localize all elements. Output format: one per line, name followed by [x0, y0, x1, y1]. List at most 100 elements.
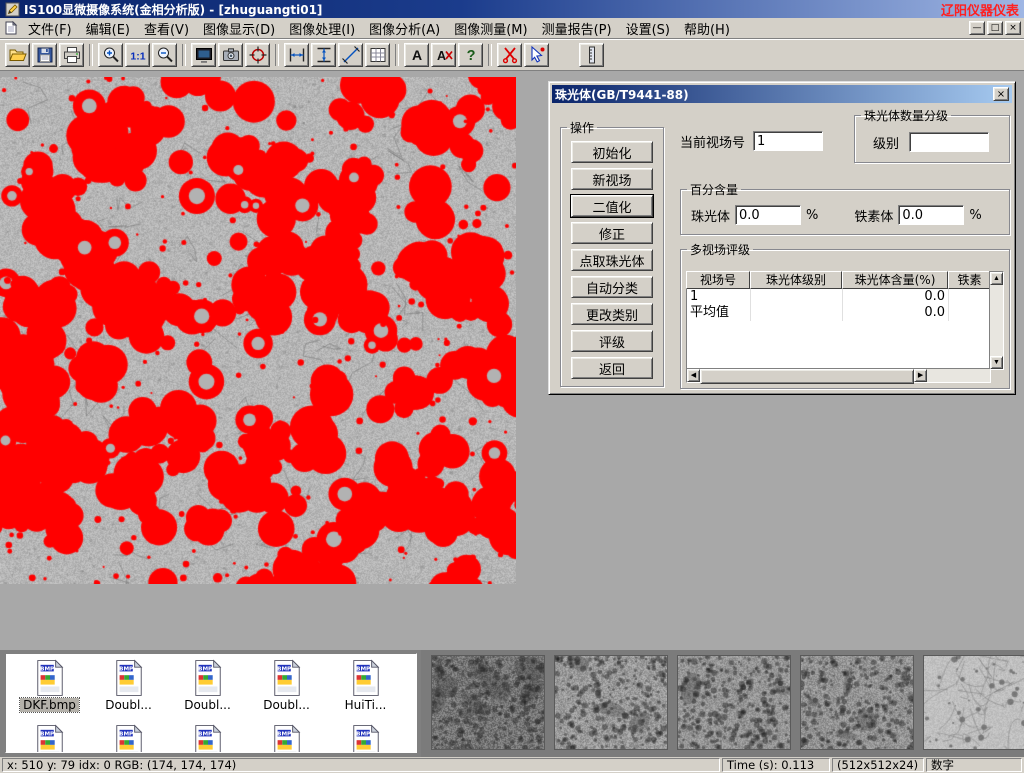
file-item-row2-1[interactable]: BMP [10, 724, 89, 753]
menu-item-1[interactable]: 文件(F) [21, 18, 79, 39]
grade-input[interactable] [909, 132, 989, 152]
menu-item-8[interactable]: 测量报告(P) [535, 18, 619, 39]
op-button-9[interactable]: 返回 [571, 357, 653, 379]
zoom-in-icon[interactable] [98, 43, 123, 67]
pearlite-unit: % [806, 208, 818, 223]
rating-table-label: 多视场评级 [687, 241, 753, 258]
toolbar: 1:1 AA? [0, 39, 1024, 71]
pointer-icon[interactable] [524, 43, 549, 67]
menu-item-2[interactable]: 编辑(E) [79, 18, 137, 39]
scroll-down-icon[interactable]: ▼ [990, 356, 1003, 369]
op-button-7[interactable]: 更改类别 [571, 303, 653, 325]
menu-item-6[interactable]: 图像分析(A) [362, 18, 447, 39]
pearlite-input[interactable] [735, 205, 801, 225]
op-button-4[interactable]: 修正 [571, 222, 653, 244]
thumbnail-1[interactable] [431, 655, 545, 750]
toolbar-separator [275, 44, 279, 66]
thumbnail-2[interactable] [554, 655, 668, 750]
grid-icon[interactable] [365, 43, 390, 67]
svg-text:BMP: BMP [277, 731, 291, 737]
table-row-2[interactable]: 平均值 0.0 [687, 305, 991, 321]
scroll-up-icon[interactable]: ▲ [990, 272, 1003, 285]
ferrite-input[interactable] [898, 205, 964, 225]
table-vertical-scrollbar[interactable]: ▲ ▼ [989, 271, 1004, 370]
file-item-2[interactable]: BMPDoubl... [89, 659, 168, 712]
menu-item-3[interactable]: 查看(V) [137, 18, 196, 39]
grade-group: 珠光体数量分级 级别 [854, 107, 1010, 163]
toolbar-gap [551, 55, 577, 56]
target-icon[interactable] [245, 43, 270, 67]
application-window: IS100显微摄像系统(金相分析版) - [zhuguangti01] 辽阳仪器… [0, 0, 1024, 768]
table-cell: 0.0 [843, 305, 949, 321]
bmp-file-icon: BMP [271, 724, 303, 753]
scroll-left-icon[interactable]: ◀ [687, 369, 700, 382]
svg-text:BMP: BMP [198, 666, 212, 672]
title-bar[interactable]: IS100显微摄像系统(金相分析版) - [zhuguangti01] 辽阳仪器… [0, 0, 1024, 18]
close-button[interactable]: × [1005, 21, 1021, 35]
zoom-out-icon[interactable] [152, 43, 177, 67]
restore-button[interactable]: □ [987, 21, 1003, 35]
table-header-4[interactable]: 铁素 [948, 271, 991, 289]
print-icon[interactable] [59, 43, 84, 67]
help-icon[interactable]: ? [458, 43, 483, 67]
measure-horizontal-icon[interactable] [284, 43, 309, 67]
file-item-3[interactable]: BMPDoubl... [168, 659, 247, 712]
current-field-input[interactable] [753, 131, 823, 151]
op-button-5[interactable]: 点取珠光体 [571, 249, 653, 271]
bottom-panel: BMPDKF.bmpBMPDoubl...BMPDoubl...BMPDoubl… [0, 650, 1024, 757]
menu-item-7[interactable]: 图像测量(M) [447, 18, 534, 39]
table-header-2[interactable]: 珠光体级别 [750, 271, 842, 289]
op-button-8[interactable]: 评级 [571, 330, 653, 352]
actual-size-icon[interactable]: 1:1 [125, 43, 150, 67]
op-button-6[interactable]: 自动分类 [571, 276, 653, 298]
text-delete-icon[interactable]: A [431, 43, 456, 67]
file-item-row2-4[interactable]: BMP [247, 724, 326, 753]
ferrite-unit: % [969, 208, 981, 223]
table-horizontal-scrollbar[interactable]: ◀ ▶ [686, 368, 991, 383]
table-cell [751, 289, 843, 305]
metallograph-image[interactable] [0, 77, 516, 584]
preview-icon[interactable] [191, 43, 216, 67]
menu-item-5[interactable]: 图像处理(I) [282, 18, 362, 39]
op-button-2[interactable]: 新视场 [571, 168, 653, 190]
file-item-row2-3[interactable]: BMP [168, 724, 247, 753]
table-cell [949, 289, 991, 305]
file-item-row2-5[interactable]: BMP [326, 724, 405, 753]
file-item-1[interactable]: BMPDKF.bmp [10, 659, 89, 712]
svg-text:BMP: BMP [198, 731, 212, 737]
measure-diagonal-icon[interactable] [338, 43, 363, 67]
file-item-4[interactable]: BMPDoubl... [247, 659, 326, 712]
file-item-5[interactable]: BMPHuiTi... [326, 659, 405, 712]
text-icon[interactable]: A [404, 43, 429, 67]
table-header: 视场号珠光体级别珠光体含量(%)铁素 [686, 271, 991, 289]
svg-text:BMP: BMP [277, 666, 291, 672]
table-row-1[interactable]: 10.0 [687, 289, 991, 305]
bmp-file-icon: BMP [350, 724, 382, 753]
op-button-3[interactable]: 二值化 [571, 195, 653, 217]
open-icon[interactable] [5, 43, 30, 67]
minimize-button[interactable]: — [969, 21, 985, 35]
menu-item-4[interactable]: 图像显示(D) [196, 18, 282, 39]
scroll-right-icon[interactable]: ▶ [914, 369, 927, 382]
table-header-1[interactable]: 视场号 [686, 271, 750, 289]
measure-vertical-icon[interactable] [311, 43, 336, 67]
capture-icon[interactable] [218, 43, 243, 67]
percent-group: 百分含量 珠光体 % 铁素体 % [680, 181, 1010, 235]
dialog-close-button[interactable]: × [993, 87, 1009, 101]
menu-item-10[interactable]: 帮助(H) [677, 18, 737, 39]
toolbar-separator [488, 44, 492, 66]
thumbnail-4[interactable] [800, 655, 914, 750]
caliper-icon[interactable] [579, 43, 604, 67]
menu-item-9[interactable]: 设置(S) [619, 18, 677, 39]
table-cell: 平均值 [687, 305, 751, 321]
dialog-title-bar[interactable]: 珠光体(GB/T9441-88) × [552, 85, 1012, 103]
thumbnail-3[interactable] [677, 655, 791, 750]
thumbnail-strip [421, 650, 1024, 757]
save-icon[interactable] [32, 43, 57, 67]
cut-icon[interactable] [497, 43, 522, 67]
op-button-1[interactable]: 初始化 [571, 141, 653, 163]
table-header-3[interactable]: 珠光体含量(%) [842, 271, 948, 289]
thumbnail-5[interactable] [923, 655, 1024, 750]
scrollbar-thumb[interactable] [700, 369, 914, 384]
file-item-row2-2[interactable]: BMP [89, 724, 168, 753]
